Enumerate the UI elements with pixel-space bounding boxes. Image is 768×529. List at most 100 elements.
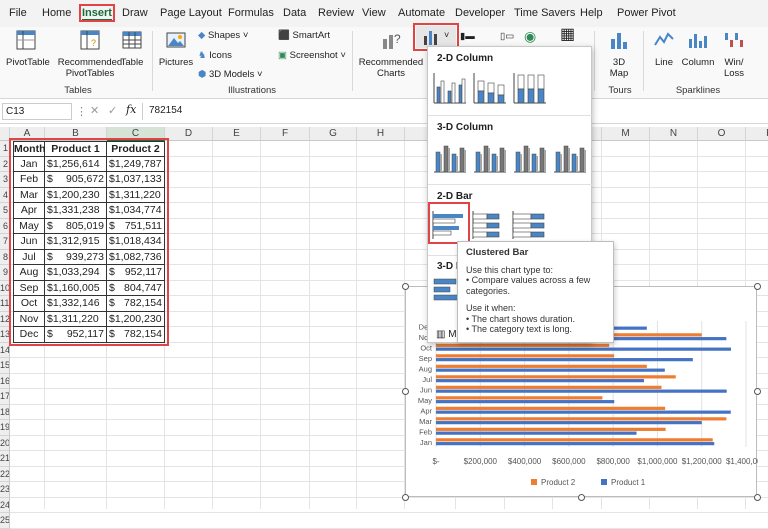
resize-handle[interactable] bbox=[402, 283, 409, 290]
sparkline-winloss-button[interactable]: Win/ Loss bbox=[720, 29, 748, 79]
row-header[interactable]: 21 bbox=[0, 451, 10, 467]
tab-power-pivot[interactable]: Power Pivot bbox=[617, 7, 676, 19]
resize-handle[interactable] bbox=[754, 283, 761, 290]
more-options-icon[interactable]: ⋮ bbox=[76, 105, 87, 118]
tab-draw[interactable]: Draw bbox=[122, 7, 148, 19]
row-header[interactable]: 25 bbox=[0, 513, 10, 529]
clustered-column-option[interactable] bbox=[433, 73, 466, 104]
pivottable-button[interactable]: PivotTable bbox=[6, 29, 50, 68]
resize-handle[interactable] bbox=[754, 388, 761, 395]
row-header[interactable]: 5 bbox=[0, 203, 10, 219]
row-header[interactable]: 24 bbox=[0, 497, 10, 513]
resize-handle[interactable] bbox=[754, 494, 761, 501]
tab-data[interactable]: Data bbox=[283, 7, 306, 19]
tab-home[interactable]: Home bbox=[42, 7, 71, 19]
row-header[interactable]: 18 bbox=[0, 404, 10, 420]
row-header[interactable]: 6 bbox=[0, 218, 10, 234]
smartart-button[interactable]: ⬛ SmartArt bbox=[278, 30, 330, 41]
icons-button[interactable]: ♞ Icons bbox=[198, 50, 232, 61]
row-header[interactable]: 15 bbox=[0, 358, 10, 374]
tab-automate[interactable]: Automate bbox=[398, 7, 445, 19]
screenshot-button[interactable]: ▣ Screenshot ˅ bbox=[278, 50, 346, 61]
pivotchart-button[interactable]: ▦ bbox=[560, 27, 575, 43]
row-header[interactable]: 16 bbox=[0, 373, 10, 389]
row-header[interactable]: 2 bbox=[0, 156, 10, 172]
tab-formulas[interactable]: Formulas bbox=[228, 7, 274, 19]
more-charts-link[interactable]: ▥ M bbox=[436, 329, 457, 340]
row-header[interactable]: 4 bbox=[0, 187, 10, 203]
3d-models-button[interactable]: ⬢ 3D Models ˅ bbox=[198, 69, 263, 80]
recommended-charts-button[interactable]: ? Recommended Charts bbox=[358, 29, 424, 79]
clustered-bar-option[interactable] bbox=[432, 211, 463, 239]
sparkline-line-icon bbox=[654, 32, 674, 46]
column-header[interactable]: N bbox=[650, 127, 698, 141]
row-header[interactable]: 3 bbox=[0, 172, 10, 188]
3d-clustered-column-option[interactable] bbox=[434, 145, 466, 173]
3d-100-stacked-column-option[interactable] bbox=[514, 145, 546, 173]
sparkline-line-button[interactable]: Line bbox=[650, 29, 678, 68]
column-header[interactable]: H bbox=[357, 127, 405, 141]
resize-handle[interactable] bbox=[402, 388, 409, 395]
column-header[interactable]: E bbox=[213, 127, 261, 141]
row-header[interactable]: 23 bbox=[0, 482, 10, 498]
row-header[interactable]: 10 bbox=[0, 280, 10, 296]
tab-time-savers[interactable]: Time Savers bbox=[514, 7, 575, 19]
column-header[interactable]: D bbox=[165, 127, 213, 141]
row-header[interactable]: 7 bbox=[0, 234, 10, 250]
row-header[interactable]: 9 bbox=[0, 265, 10, 281]
column-header[interactable]: G bbox=[310, 127, 357, 141]
waterfall-chart-button[interactable]: ▯▭ bbox=[500, 31, 514, 42]
confirm-icon[interactable]: ✓ bbox=[108, 104, 117, 117]
select-all-corner[interactable] bbox=[0, 127, 10, 141]
tab-insert[interactable]: Insert bbox=[79, 4, 115, 22]
tab-review[interactable]: Review bbox=[318, 7, 354, 19]
row-header[interactable]: 22 bbox=[0, 466, 10, 482]
column-header[interactable]: C bbox=[107, 127, 165, 141]
tab-page-layout[interactable]: Page Layout bbox=[160, 7, 222, 19]
chart-thumbnail-part bbox=[432, 230, 452, 236]
insert-function-button[interactable]: fx bbox=[126, 103, 136, 116]
3d-stacked-column-option[interactable] bbox=[474, 145, 506, 173]
column-header[interactable]: P bbox=[746, 127, 768, 141]
table-button[interactable]: Table bbox=[120, 29, 144, 68]
pictures-button[interactable]: Pictures bbox=[158, 29, 194, 68]
3d-map-button[interactable]: 3D Map bbox=[604, 29, 634, 79]
recommended-pivottables-button[interactable]: ? Recommended PivotTables bbox=[56, 29, 124, 79]
tab-help[interactable]: Help bbox=[580, 7, 603, 19]
row-header[interactable]: 11 bbox=[0, 296, 10, 312]
resize-handle[interactable] bbox=[402, 494, 409, 501]
name-box[interactable]: C13 bbox=[2, 103, 72, 120]
chart-thumbnail-part bbox=[537, 88, 545, 104]
stacked-bar-option[interactable] bbox=[472, 211, 500, 239]
chart-thumbnail-part bbox=[512, 222, 532, 229]
row-header[interactable]: 13 bbox=[0, 327, 10, 343]
tab-developer[interactable]: Developer bbox=[455, 7, 505, 19]
chart-thumbnail-part bbox=[520, 154, 522, 172]
svg-text:?: ? bbox=[394, 32, 401, 46]
maps-button[interactable]: ◉ bbox=[524, 29, 536, 44]
row-header[interactable]: 14 bbox=[0, 342, 10, 358]
row-header[interactable]: 1 bbox=[0, 141, 10, 157]
column-header[interactable]: A bbox=[10, 127, 45, 141]
stacked-column-option[interactable] bbox=[473, 73, 506, 104]
tab-view[interactable]: View bbox=[362, 7, 386, 19]
cancel-icon[interactable]: ✕ bbox=[90, 104, 99, 117]
tab-file[interactable]: File bbox=[9, 7, 27, 19]
hierarchy-chart-button[interactable]: ▮▬ bbox=[460, 31, 475, 42]
sparkline-column-button[interactable]: Column bbox=[680, 29, 716, 68]
shapes-button[interactable]: ◆ Shapes ˅ bbox=[198, 30, 248, 41]
row-header[interactable]: 19 bbox=[0, 420, 10, 436]
column-header[interactable]: B bbox=[45, 127, 107, 141]
3d-column-option[interactable] bbox=[554, 145, 586, 173]
row-header[interactable]: 12 bbox=[0, 311, 10, 327]
100-stacked-column-option[interactable] bbox=[513, 73, 546, 104]
column-header[interactable]: F bbox=[261, 127, 310, 141]
resize-handle[interactable] bbox=[578, 494, 585, 501]
column-header[interactable]: O bbox=[698, 127, 746, 141]
row-header[interactable]: 20 bbox=[0, 435, 10, 451]
100-stacked-bar-option[interactable] bbox=[512, 211, 545, 239]
row-header[interactable]: 17 bbox=[0, 389, 10, 405]
column-header[interactable]: M bbox=[602, 127, 650, 141]
insert-column-bar-chart-button[interactable]: ˅ bbox=[413, 23, 459, 51]
row-header[interactable]: 8 bbox=[0, 249, 10, 265]
